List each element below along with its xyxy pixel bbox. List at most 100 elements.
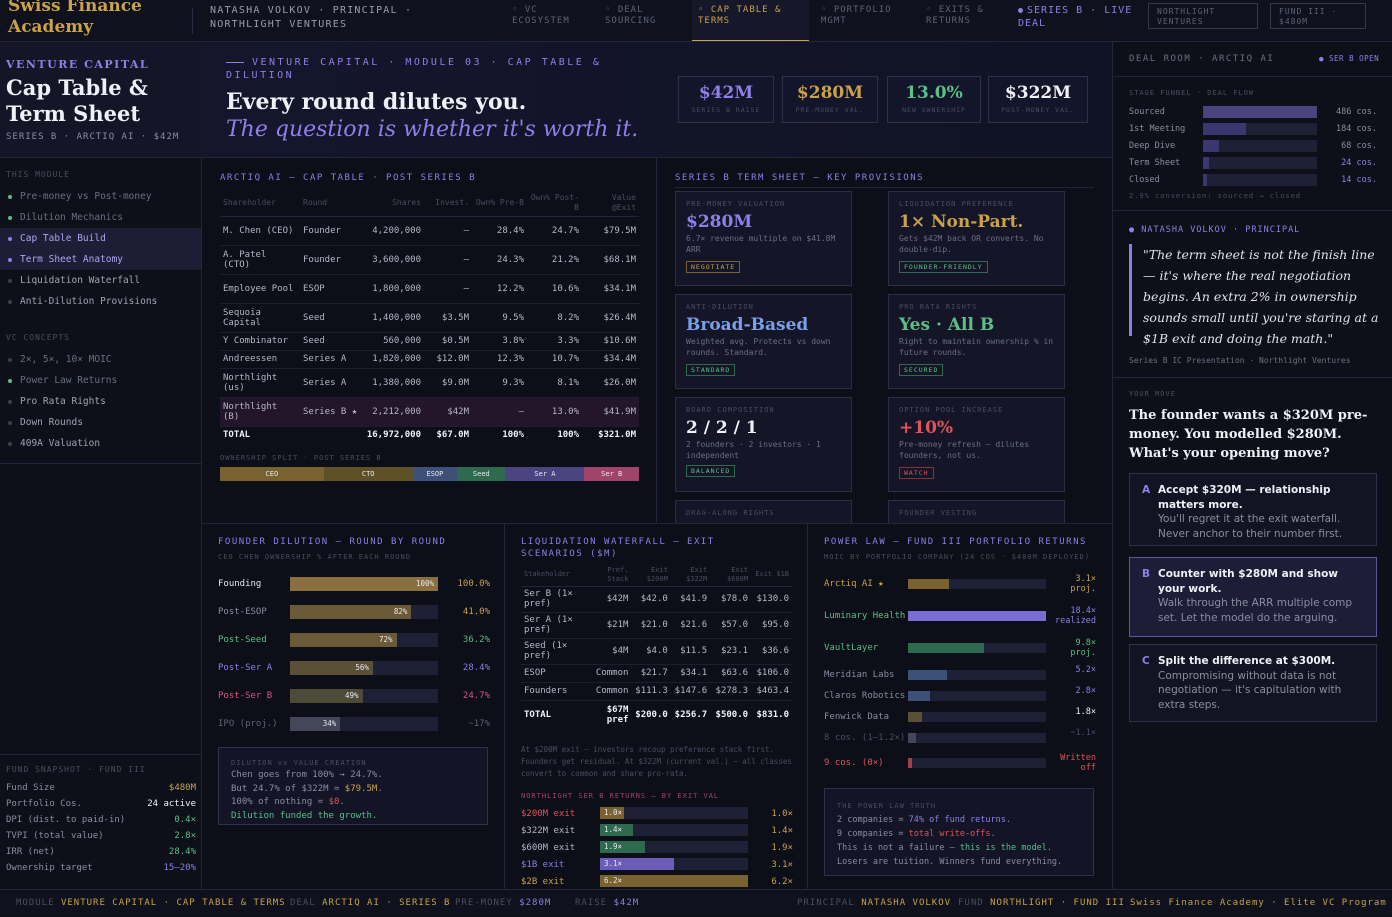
option-b-button[interactable]: B Counter with $280M and show your work. W… <box>1129 557 1377 637</box>
column-header[interactable]: Exit $600M <box>710 564 752 587</box>
return-row-value: 1.9× <box>771 843 793 853</box>
live-deal-indicator[interactable]: SERIES B · LIVE DEAL <box>1018 4 1146 30</box>
cell: 28.4% <box>472 216 527 246</box>
sidebar-item-term-sheet-anatomy[interactable]: Term Sheet Anatomy <box>0 249 201 270</box>
funnel-bar-track <box>1203 174 1317 186</box>
term-card-founder-vesting[interactable]: FOUNDER VESTING <box>888 500 1065 523</box>
column-header[interactable]: Invest. <box>424 190 472 217</box>
table-row[interactable]: A. Patel (CTO) Founder 3,600,000—24.3% 21.2… <box>220 245 639 275</box>
cell: Andreessen <box>220 350 300 369</box>
dilution-bar-track: 34% <box>290 717 438 731</box>
cell: $3.5M <box>424 303 472 333</box>
table-row[interactable]: Seed (1× pref) $4M $4.0 $11.5 $23.1 $36.6 <box>521 638 792 665</box>
note-text: This is not a failure — <box>837 843 960 853</box>
table-row[interactable]: Andreessen Series A 1,820,000 $12.0M 12.3% 10… <box>220 350 639 369</box>
sidebar-item-liquidation-waterfall[interactable]: Liquidation Waterfall <box>0 270 201 291</box>
footer-fund: FUND NORTHLIGHT · FUND III <box>958 890 1125 917</box>
tab-vc-ecosystem[interactable]: ◦ VC ECOSYSTEM <box>506 0 594 41</box>
cell: ESOP <box>521 664 591 683</box>
tab-cap-table-terms[interactable]: ◦ CAP TABLE & TERMS <box>692 0 809 41</box>
column-header[interactable]: Round <box>300 190 362 217</box>
column-header[interactable]: Exit $322M <box>670 564 711 587</box>
option-a-button[interactable]: A Accept $320M — relationship matters mor… <box>1129 473 1377 546</box>
return-bar-fill: 1.4× <box>600 824 634 836</box>
kpi-label: PRE-MONEY VAL. <box>795 106 865 114</box>
fund-size-pill[interactable]: FUND III · $480M <box>1270 3 1366 29</box>
cell: Founders <box>521 682 591 701</box>
your-move-label: YOUR MOVE <box>1129 390 1176 398</box>
table-row[interactable]: Northlight (us) Series A 1,380,000 $9.0M 9.3… <box>220 368 639 398</box>
fund-key: IRR (net) <box>6 847 55 857</box>
table-row[interactable]: M. Chen (CEO) Founder 4,200,000—28.4% 24.7%… <box>220 216 639 246</box>
column-header[interactable]: Exit $1B <box>751 564 792 587</box>
divider <box>192 8 193 34</box>
table-row[interactable]: Ser A (1× pref) $21M $21.0 $21.6 $57.0 $95.0 <box>521 612 792 639</box>
term-card-pro-rata[interactable]: PRO RATA RIGHTS Yes · All B Right to maint… <box>888 294 1065 389</box>
column-header[interactable]: Value @Exit <box>582 190 639 217</box>
column-header[interactable]: Pref. Stack <box>590 564 632 587</box>
ownership-segment: Ser B <box>584 467 639 481</box>
quote-author-text: NATASHA VOLKOV · PRINCIPAL <box>1141 225 1301 235</box>
sidebar-item-down-rounds[interactable]: Down Rounds <box>0 412 201 433</box>
term-card-valuation[interactable]: PRE-MONEY VALUATION $280M 6.7× revenue mul… <box>675 191 852 286</box>
dilution-bar-track: 56% <box>290 661 438 675</box>
ownership-split-bar: CEO CTO ESOP Seed Ser A Ser B <box>220 467 639 481</box>
tab-portfolio-mgmt[interactable]: ◦ PORTFOLIO MGMT <box>815 0 915 41</box>
table-row[interactable]: ESOP Common $21.7 $34.1 $63.6 $106.0 <box>521 664 792 683</box>
cell: 560,000 <box>362 332 424 351</box>
sidebar-item-409a[interactable]: 409A Valuation <box>0 433 201 454</box>
term-label: PRE-MONEY VALUATION <box>686 200 786 208</box>
table-row[interactable]: Sequoia Capital Seed 1,400,000 $3.5M 9.5% 8.2… <box>220 303 639 333</box>
term-value: +10% <box>899 418 954 438</box>
fund-value: $480M <box>168 783 196 793</box>
sidebar-item-anti-dilution[interactable]: Anti-Dilution Provisions <box>0 291 201 312</box>
column-header[interactable]: Exit $200M <box>631 564 671 587</box>
return-row-value: 1.4× <box>771 826 793 836</box>
term-card-option-pool[interactable]: OPTION POOL INCREASE +10% Pre-money refres… <box>888 397 1065 492</box>
table-row[interactable]: Ser B (1× pref) $42M $42.0 $41.9 $78.0 $130.0 <box>521 586 792 613</box>
sidebar-item-power-law[interactable]: Power Law Returns <box>0 370 201 391</box>
column-header[interactable]: Own% Pre-B <box>472 190 527 217</box>
column-header[interactable]: Shares <box>362 190 424 217</box>
tab-deal-sourcing[interactable]: ◦ DEAL SOURCING <box>599 0 687 41</box>
column-header[interactable]: Stakeholder <box>521 564 591 587</box>
column-header[interactable]: Shareholder <box>220 190 300 217</box>
table-row-highlight[interactable]: Northlight (B) Series B ★ 2,212,000 $42M —13… <box>220 397 639 427</box>
table-row[interactable]: Employee Pool ESOP 1,800,000—12.2% 10.6% $34… <box>220 274 639 304</box>
term-label: FOUNDER VESTING <box>899 509 978 517</box>
sidebar-item-moic[interactable]: 2×, 5×, 10× MOIC <box>0 349 201 370</box>
column-header[interactable]: Own% Post-B <box>527 190 582 217</box>
term-card-drag-along[interactable]: DRAG-ALONG RIGHTS <box>675 500 852 523</box>
return-bar-track: 6.2× <box>600 875 748 887</box>
cell: 3.8% <box>472 332 527 351</box>
sidebar-item-pre-post-money[interactable]: Pre-money vs Post-money <box>0 186 201 207</box>
sidebar-item-cap-table-build[interactable]: Cap Table Build <box>0 228 201 249</box>
kpi-value: $280M <box>796 83 864 103</box>
fund-pill[interactable]: NORTHLIGHT VENTURES <box>1148 3 1258 29</box>
cell: $111.3 <box>631 682 671 701</box>
option-c-button[interactable]: C Split the difference at $300M. Compromis… <box>1129 644 1377 722</box>
table-row[interactable]: Y Combinator Seed 560,000 $0.5M 3.8% 3.3% $10.… <box>220 332 639 351</box>
ownership-segment: Seed <box>457 467 506 481</box>
sidebar-item-dilution-mechanics[interactable]: Dilution Mechanics <box>0 207 201 228</box>
sidebar-kicker: VENTURE CAPITAL <box>6 58 150 71</box>
term-card-liq-pref[interactable]: LIQUIDATION PREFERENCE 1× Non-Part. Gets $… <box>888 191 1065 286</box>
tab-exits-returns[interactable]: ◦ EXITS & RETURNS <box>920 0 1010 41</box>
term-card-anti-dilution[interactable]: ANTI-DILUTION Broad-Based Weighted avg. Pr… <box>675 294 852 389</box>
term-card-board[interactable]: BOARD COMPOSITION 2 / 2 / 12 founders · 2… <box>675 397 852 492</box>
power-law-bar-track <box>908 733 1046 743</box>
kpi-value: $322M <box>1004 83 1072 103</box>
power-law-bar-fill <box>908 691 931 701</box>
sidebar-item-pro-rata[interactable]: Pro Rata Rights <box>0 391 201 412</box>
status-badge: WATCH <box>899 467 934 479</box>
cell: $147.6 <box>670 682 711 701</box>
table-row[interactable]: Founders Common $111.3 $147.6 $278.3 $463.4 <box>521 682 792 701</box>
cell: Founder <box>300 245 362 275</box>
return-bar-track: 1.9× <box>600 841 748 853</box>
cell: 24.3% <box>472 245 527 275</box>
brand-logo-text[interactable]: Swiss Finance Academy <box>8 0 183 38</box>
cell: $36.6 <box>751 638 792 665</box>
term-desc: 6.7× revenue multiple on $41.8M ARR <box>686 234 836 254</box>
footer-key: PRINCIPAL <box>797 898 855 908</box>
section-label: THIS MODULE <box>6 170 70 179</box>
